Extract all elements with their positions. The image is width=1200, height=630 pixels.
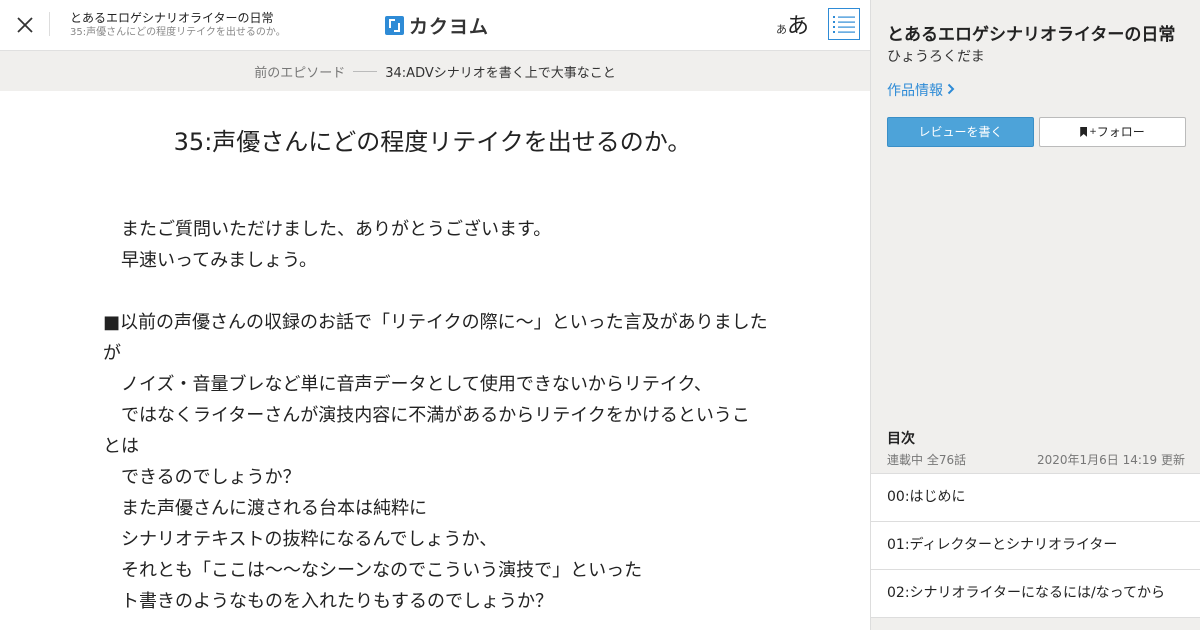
close-icon <box>17 17 33 33</box>
toc-item[interactable]: 01:ディレクターとシナリオライター <box>871 522 1200 570</box>
work-title[interactable]: とあるエロゲシナリオライターの日常 <box>70 10 286 26</box>
work-info-link[interactable]: 作品情報 <box>887 80 955 100</box>
list-icon <box>833 16 855 33</box>
divider <box>49 12 50 36</box>
toc-list: 00:はじめに 01:ディレクターとシナリオライター 02:シナリオライターにな… <box>871 473 1200 618</box>
body-line: また声優さんに渡される台本は純粋に <box>103 498 427 519</box>
body-line: ■以前の声優さんの収録のお話で「リテイクの際に～」といった言及がありました <box>103 312 768 333</box>
follow-label: フォロー <box>1096 125 1145 139</box>
episode-body: またご質問いただけました、ありがとうございます。 早速いってみましょう。 ■以前の… <box>103 214 773 617</box>
font-size-large-glyph: あ <box>787 14 810 39</box>
font-size-small-glyph: あ <box>776 23 787 36</box>
chevron-right-icon <box>947 83 955 99</box>
prev-episode-label: 前のエピソード <box>254 65 346 81</box>
episode-heading: 35:声優さんにどの程度リテイクを出せるのか。 <box>173 128 692 156</box>
body-line: ではなくライターさんが演技内容に不満があるからリテイクをかけるというこ <box>103 405 750 426</box>
sidebar-work-title[interactable]: とあるエロゲシナリオライターの日常 <box>887 20 1175 45</box>
toc-toggle-button[interactable] <box>828 8 860 40</box>
toc-item[interactable]: 00:はじめに <box>871 474 1200 522</box>
body-line: とは <box>103 436 139 457</box>
nav-divider <box>353 70 378 72</box>
logo-mark-icon <box>385 16 404 35</box>
logo-text: カクヨム <box>409 16 490 38</box>
sidebar: とあるエロゲシナリオライターの日常 ひょうろくだま 作品情報 レビューを書く +… <box>870 0 1200 630</box>
kakuyomu-logo[interactable]: カクヨム <box>385 12 489 39</box>
close-button[interactable] <box>12 12 38 38</box>
body-line: が <box>103 343 121 364</box>
body-line: ノイズ・音量ブレなど単に音声データとして使用できないからリテイク、 <box>103 374 712 395</box>
bookmark-icon <box>1080 127 1088 137</box>
body-line: できるのでしょうか？ <box>103 467 301 488</box>
current-episode-title: 35:声優さんにどの程度リテイクを出せるのか。 <box>70 27 286 38</box>
body-line: シナリオテキストの抜粋になるんでしょうか、 <box>103 529 498 550</box>
work-title-block[interactable]: とあるエロゲシナリオライターの日常 35:声優さんにどの程度リテイクを出せるのか… <box>70 10 286 40</box>
toc-updated: 2020年1月6日 14:19 更新 <box>1036 453 1185 467</box>
work-info-label: 作品情報 <box>887 83 943 99</box>
plus-icon: + <box>1089 127 1097 137</box>
write-review-button[interactable]: レビューを書く <box>887 117 1034 147</box>
toc-item[interactable]: 02:シナリオライターになるには/なってから <box>871 570 1200 618</box>
body-line: それとも「ここは～～なシーンなのでこういう演技で」といった <box>103 560 643 581</box>
body-line: ト書きのようなものを入れたりもするのでしょうか？ <box>103 591 553 612</box>
body-line: 早速いってみましょう。 <box>103 250 318 271</box>
episode-nav: 前のエピソード 34:ADVシナリオを書く上で大事なこと <box>0 51 870 91</box>
body-line: またご質問いただけました、ありがとうございます。 <box>103 219 552 240</box>
font-size-button[interactable]: ああ <box>776 8 816 42</box>
top-bar: とあるエロゲシナリオライターの日常 35:声優さんにどの程度リテイクを出せるのか… <box>0 0 870 51</box>
sidebar-author[interactable]: ひょうろくだま <box>887 46 985 66</box>
prev-episode-link[interactable]: 34:ADVシナリオを書く上で大事なこと <box>385 62 616 81</box>
reader-pane: とあるエロゲシナリオライターの日常 35:声優さんにどの程度リテイクを出せるのか… <box>0 0 870 630</box>
toc-status: 連載中 全76話 <box>887 453 967 467</box>
toc-heading: 目次 <box>887 431 915 447</box>
follow-button[interactable]: +フォロー <box>1039 117 1186 147</box>
